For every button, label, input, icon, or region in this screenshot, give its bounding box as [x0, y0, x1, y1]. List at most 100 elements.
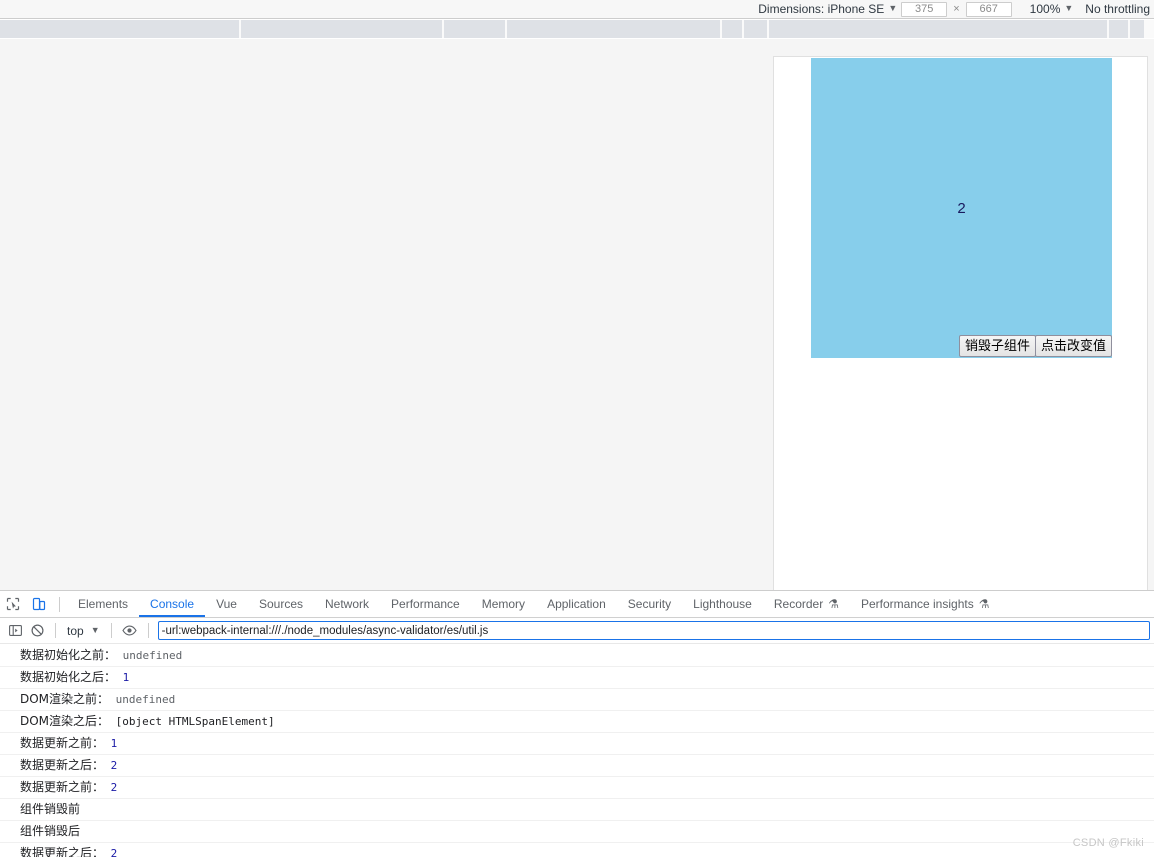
viewport-height-input[interactable]: 667: [965, 1, 1012, 17]
console-message-label: 组件销毁后: [20, 824, 81, 838]
media-query-segment[interactable]: [1130, 20, 1146, 38]
console-message-row[interactable]: DOM渲染之前： undefined: [0, 689, 1154, 711]
tab-performance[interactable]: Performance: [380, 591, 471, 617]
page-render-area: 2 销毁子组件 点击改变值: [0, 39, 1154, 607]
zoom-label: 100%: [1029, 2, 1061, 16]
console-message-label: 数据更新之前：: [20, 780, 105, 794]
tab-elements[interactable]: Elements: [67, 591, 139, 617]
watermark-text: CSDN @Fkiki: [1072, 837, 1144, 849]
tab-application[interactable]: Application: [536, 591, 617, 617]
tab-security[interactable]: Security: [617, 591, 682, 617]
tab-label: Sources: [258, 597, 303, 611]
console-toolbar-divider: [55, 623, 56, 638]
tab-recorder[interactable]: Recorder ⚗: [763, 591, 850, 617]
device-toolbar: Dimensions: iPhone SE ▼ 375 × 667 100% ▼…: [0, 0, 1154, 19]
live-expression-eye-icon[interactable]: [119, 620, 141, 642]
console-message-row[interactable]: 组件销毁后: [0, 821, 1154, 843]
console-message-value: 2: [104, 759, 118, 772]
tab-label: Network: [325, 597, 370, 611]
tab-memory[interactable]: Memory: [471, 591, 536, 617]
console-message-label: DOM渲染之后：: [20, 714, 110, 728]
media-query-segment[interactable]: [769, 20, 1109, 38]
tab-sources[interactable]: Sources: [248, 591, 314, 617]
media-query-segment[interactable]: [1109, 20, 1130, 38]
component-value-text: 2: [957, 199, 966, 217]
console-toolbar-divider: [110, 623, 112, 638]
console-message-row[interactable]: 数据更新之前： 1: [0, 733, 1154, 755]
console-message-row[interactable]: 数据初始化之前： undefined: [0, 645, 1154, 667]
tab-label: Memory: [481, 597, 526, 611]
child-component-box: 2 销毁子组件 点击改变值: [811, 58, 1112, 358]
dimensions-label: Dimensions: iPhone SE: [758, 2, 885, 16]
tab-label: Recorder: [773, 597, 824, 611]
component-button-row: 销毁子组件 点击改变值: [958, 335, 1112, 357]
console-message-row[interactable]: 组件销毁前: [0, 799, 1154, 821]
chevron-down-icon: ▼: [888, 3, 898, 13]
media-query-segment[interactable]: [507, 20, 722, 38]
console-message-value: 1: [116, 671, 130, 684]
dimension-times-symbol: ×: [953, 3, 960, 15]
experimental-beaker-icon: ⚗: [828, 597, 839, 611]
console-toolbar-divider: [147, 623, 149, 638]
tab-label: Lighthouse: [693, 597, 752, 611]
tab-vue[interactable]: Vue: [205, 591, 248, 617]
media-query-segment[interactable]: [744, 20, 769, 38]
toggle-device-toolbar-icon[interactable]: [26, 591, 52, 617]
inspect-element-icon[interactable]: [0, 591, 26, 617]
console-message-list[interactable]: 数据初始化之前： undefined 数据初始化之后： 1 DOM渲染之前： und…: [0, 645, 1154, 857]
execution-context-label: top: [67, 623, 84, 638]
change-value-button[interactable]: 点击改变值: [1034, 335, 1112, 357]
console-message-label: 数据更新之后：: [20, 758, 105, 772]
console-message-row[interactable]: 数据更新之后： 2: [0, 843, 1154, 857]
tab-label: Security: [627, 597, 672, 611]
dimensions-selector[interactable]: Dimensions: iPhone SE ▼: [758, 0, 897, 19]
console-filter-input[interactable]: [157, 621, 1150, 640]
console-message-label: 组件销毁前: [20, 802, 81, 816]
chevron-down-icon: ▼: [90, 624, 100, 635]
viewport-width-input[interactable]: 375: [901, 1, 948, 17]
destroy-child-component-button[interactable]: 销毁子组件: [958, 335, 1036, 357]
device-viewport: 2 销毁子组件 点击改变值: [773, 56, 1148, 607]
tab-label: Performance insights: [860, 597, 974, 611]
tab-label: Elements: [78, 597, 129, 611]
console-message-label: 数据更新之后：: [20, 846, 105, 857]
console-message-row[interactable]: 数据更新之前： 2: [0, 777, 1154, 799]
media-query-segment[interactable]: [722, 20, 744, 38]
console-message-label: 数据初始化之后：: [20, 670, 117, 684]
tabstrip-divider: [59, 596, 60, 612]
media-query-segment[interactable]: [241, 20, 444, 38]
devtools-panel: Elements Console Vue Sources Network Performa…: [0, 590, 1154, 857]
media-query-segment[interactable]: [0, 20, 241, 38]
media-query-segment[interactable]: [444, 20, 507, 38]
execution-context-selector[interactable]: top ▼: [63, 621, 104, 641]
console-message-row[interactable]: 数据更新之后： 2: [0, 755, 1154, 777]
console-message-row[interactable]: 数据初始化之后： 1: [0, 667, 1154, 689]
chevron-down-icon: ▼: [1064, 3, 1074, 13]
console-toolbar: top ▼: [0, 618, 1154, 644]
tab-label: Application: [547, 597, 606, 611]
active-tab-underline: [139, 615, 205, 617]
console-message-value: [object HTMLSpanElement]: [109, 715, 275, 728]
console-message-value: undefined: [116, 649, 183, 662]
clear-console-icon[interactable]: [26, 620, 48, 642]
tab-network[interactable]: Network: [314, 591, 380, 617]
console-message-label: 数据初始化之前：: [20, 648, 117, 662]
console-message-row[interactable]: DOM渲染之后： [object HTMLSpanElement]: [0, 711, 1154, 733]
tab-label: Console: [150, 597, 195, 611]
console-message-value: 1: [104, 737, 118, 750]
console-message-label: 数据更新之前：: [20, 736, 105, 750]
experimental-beaker-icon: ⚗: [978, 597, 990, 611]
tab-label: Vue: [216, 597, 237, 611]
tab-lighthouse[interactable]: Lighthouse: [682, 591, 763, 617]
zoom-selector[interactable]: 100% ▼: [1030, 0, 1074, 19]
console-message-value: undefined: [109, 693, 176, 706]
console-message-label: DOM渲染之前：: [20, 692, 110, 706]
console-message-value: 2: [104, 781, 118, 794]
devtools-tab-strip: Elements Console Vue Sources Network Performa…: [0, 591, 1154, 618]
media-query-inspector-bar[interactable]: [0, 20, 1154, 38]
tab-console[interactable]: Console: [139, 591, 205, 617]
throttling-selector[interactable]: No throttling: [1085, 2, 1150, 16]
console-sidebar-icon[interactable]: [4, 620, 26, 642]
tab-label: Performance: [391, 597, 460, 611]
tab-performance-insights[interactable]: Performance insights ⚗: [850, 591, 1000, 617]
